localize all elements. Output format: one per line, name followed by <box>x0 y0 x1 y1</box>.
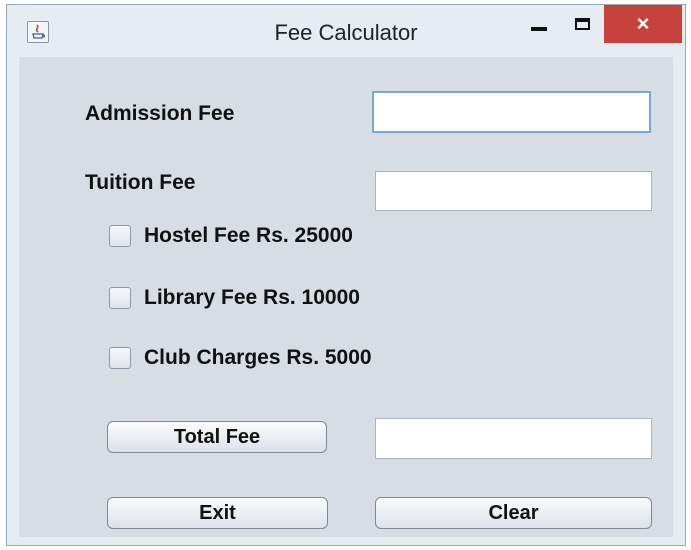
hostel-fee-checkbox[interactable] <box>109 225 131 247</box>
clear-button[interactable]: Clear <box>375 497 652 529</box>
tuition-fee-label: Tuition Fee <box>85 171 196 194</box>
exit-button[interactable]: Exit <box>107 497 328 529</box>
club-charges-checkbox-row[interactable]: Club Charges Rs. 5000 <box>109 346 372 370</box>
club-charges-label: Club Charges Rs. 5000 <box>144 346 372 369</box>
hostel-fee-label: Hostel Fee Rs. 25000 <box>144 224 353 247</box>
library-fee-label: Library Fee Rs. 10000 <box>144 286 360 309</box>
library-fee-checkbox-row[interactable]: Library Fee Rs. 10000 <box>109 286 360 310</box>
admission-fee-label: Admission Fee <box>85 102 235 125</box>
close-button[interactable]: × <box>604 5 682 43</box>
total-fee-output[interactable] <box>375 418 652 459</box>
fee-calculator-window: Fee Calculator × Admission Fee Tuition F… <box>6 4 686 546</box>
maximize-icon <box>574 18 590 30</box>
total-fee-button[interactable]: Total Fee <box>107 421 327 453</box>
title-bar[interactable]: Fee Calculator × <box>7 5 685 57</box>
form-panel: Admission Fee Tuition Fee Hostel Fee Rs.… <box>19 57 673 537</box>
minimize-icon <box>531 27 547 31</box>
library-fee-checkbox[interactable] <box>109 287 131 309</box>
close-icon: × <box>636 11 650 36</box>
hostel-fee-checkbox-row[interactable]: Hostel Fee Rs. 25000 <box>109 224 353 248</box>
club-charges-checkbox[interactable] <box>109 347 131 369</box>
maximize-button[interactable] <box>562 5 602 43</box>
minimize-button[interactable] <box>519 5 559 43</box>
tuition-fee-input[interactable] <box>375 171 652 211</box>
admission-fee-input[interactable] <box>372 91 651 133</box>
